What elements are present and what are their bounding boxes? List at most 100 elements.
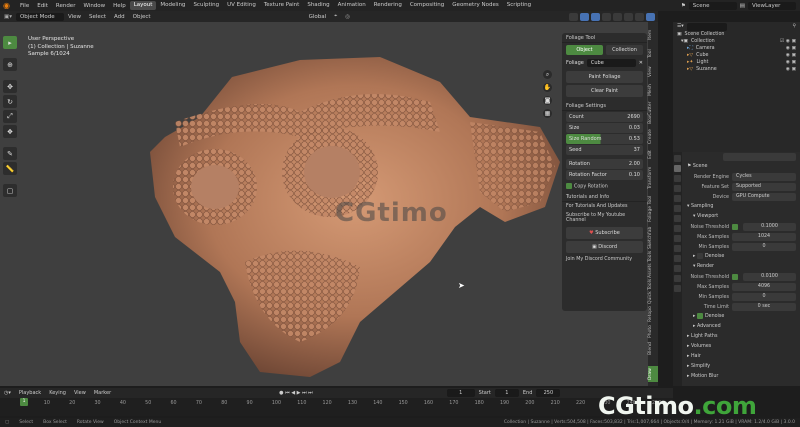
size-random-slider[interactable]: Size Random 0.53 — [566, 134, 643, 144]
physics-props-icon[interactable] — [674, 245, 681, 252]
workspace-tab-compositing[interactable]: Compositing — [406, 1, 448, 10]
move-tool-icon[interactable]: ✥ — [3, 80, 17, 93]
size-field[interactable]: Size 0.03 — [566, 123, 643, 133]
modifier-props-icon[interactable] — [674, 225, 681, 232]
pan-icon[interactable]: ✋ — [543, 83, 552, 92]
render-engine-dropdown[interactable]: Cycles — [732, 173, 796, 181]
side-tab-sketchfab[interactable]: Sketchfab — [648, 226, 658, 250]
seed-field[interactable]: Seed 37 — [566, 145, 643, 155]
menu-add[interactable]: Add — [110, 14, 129, 20]
gizmo-icon[interactable] — [580, 12, 589, 21]
constraint-props-icon[interactable] — [674, 255, 681, 262]
keying-menu[interactable]: Keying — [45, 390, 70, 396]
foliage-tool-header[interactable]: Foliage Tool — [562, 33, 647, 43]
start-frame-field[interactable]: 1 — [494, 389, 519, 397]
clear-paint-button[interactable]: Clear Paint — [566, 85, 643, 97]
visibility-eye-icon[interactable]: ☑ ◉ ▣ — [780, 38, 800, 45]
overlay-icon[interactable] — [591, 12, 600, 21]
tool-props-icon[interactable] — [674, 155, 681, 162]
sampling-panel-header[interactable]: ▾ Sampling — [683, 202, 800, 212]
scale-tool-icon[interactable]: ⤢ — [3, 110, 17, 123]
time-limit-field[interactable]: 0 sec — [732, 303, 796, 311]
viewport-subpanel-header[interactable]: ▾ Viewport — [683, 212, 800, 222]
mode-selector[interactable]: Object Mode — [15, 12, 64, 21]
current-frame-field[interactable]: 1 — [446, 389, 475, 397]
menu-help[interactable]: Help — [109, 3, 130, 9]
annotate-tool-icon[interactable]: ✎ — [3, 147, 17, 160]
outliner-item-suzanne[interactable]: ▸▽ Suzanne ◉ ▣ — [673, 66, 800, 73]
side-tab-blend[interactable]: Blend — [648, 342, 658, 356]
device-dropdown[interactable]: GPU Compute — [732, 193, 796, 201]
side-tab-draw[interactable]: Draw — [648, 366, 658, 382]
hair-panel[interactable]: ▸ Hair — [683, 352, 800, 362]
add-cube-tool-icon[interactable]: ▢ — [3, 184, 17, 197]
noise-threshold-checkbox[interactable] — [732, 224, 738, 230]
shading-rendered-icon[interactable] — [646, 12, 655, 21]
filter-icon[interactable]: ⚲ — [792, 23, 800, 30]
workspace-tab-shading[interactable]: Shading — [303, 1, 333, 10]
side-tab-photo[interactable]: Photo — [648, 324, 658, 340]
foliage-collection-tab[interactable]: Collection — [606, 45, 643, 55]
volumes-panel[interactable]: ▸ Volumes — [683, 342, 800, 352]
count-field[interactable]: Count 2690 — [566, 112, 643, 122]
render-props-icon[interactable] — [674, 165, 681, 172]
measure-tool-icon[interactable]: 📏 — [3, 162, 17, 175]
render-noise-threshold-checkbox[interactable] — [732, 274, 738, 280]
outliner-item-cube[interactable]: ▸▽ Cube ◉ ▣ — [673, 52, 800, 59]
xray-icon[interactable] — [602, 12, 611, 21]
snap-icon[interactable]: ⌖ — [330, 13, 341, 20]
viewport-min-samples-field[interactable]: 0 — [732, 243, 796, 251]
side-tab-retopo[interactable]: Retopo — [648, 306, 658, 322]
proportional-edit-icon[interactable]: ◎ — [341, 14, 354, 20]
visibility-eye-icon[interactable]: ◉ ▣ — [786, 52, 800, 59]
current-frame-indicator[interactable]: 1 — [20, 398, 28, 406]
menu-select[interactable]: Select — [85, 14, 110, 20]
visibility-eye-icon[interactable]: ◉ ▣ — [786, 59, 800, 66]
advanced-subpanel[interactable]: ▸ Advanced — [683, 322, 800, 332]
visibility-eye-icon[interactable]: ◉ ▣ — [786, 66, 800, 73]
foliage-settings-header[interactable]: Foliage Settings — [562, 101, 647, 111]
timeline-scrubber[interactable]: 1 10 20 30 40 50 60 70 80 90 100 110 120 130 140 150 16… — [0, 398, 673, 416]
side-tab-item[interactable]: Item — [648, 26, 658, 44]
side-tab-mesh[interactable]: Mesh — [648, 82, 658, 98]
side-tab-create[interactable]: Create — [648, 128, 658, 146]
ortho-toggle-icon[interactable]: ▦ — [543, 109, 552, 118]
paint-foliage-button[interactable]: Paint Foliage — [566, 71, 643, 83]
menu-object[interactable]: Object — [129, 14, 155, 20]
rotate-tool-icon[interactable]: ↻ — [3, 95, 17, 108]
render-subpanel-header[interactable]: ▾ Render — [683, 262, 800, 272]
outliner-scene-collection[interactable]: ▣ Scene Collection — [673, 31, 800, 38]
playback-controls[interactable]: ● ⏮ ◀ ▶ ⏭ ⏭ — [275, 390, 317, 396]
timeline-editor-icon[interactable]: ◷▾ — [0, 390, 15, 396]
properties-search[interactable] — [723, 153, 796, 161]
shading-wireframe-icon[interactable] — [613, 12, 622, 21]
scene-props-icon[interactable] — [674, 195, 681, 202]
simplify-panel[interactable]: ▸ Simplify — [683, 362, 800, 372]
workspace-tab-geometry-nodes[interactable]: Geometry Nodes — [448, 1, 502, 10]
outliner-type-icon[interactable]: ☰▾ — [677, 23, 684, 30]
side-tab-foliage-tool[interactable]: Foliage Tool — [648, 194, 658, 224]
workspace-tab-rendering[interactable]: Rendering — [370, 1, 406, 10]
subscribe-button[interactable]: ♥ Subscribe — [566, 226, 643, 239]
visibility-icon[interactable] — [569, 12, 578, 21]
shading-solid-icon[interactable] — [624, 12, 633, 21]
material-props-icon[interactable] — [674, 275, 681, 282]
render-min-samples-field[interactable]: 0 — [732, 293, 796, 301]
transform-tool-icon[interactable]: ❖ — [3, 125, 17, 138]
denoise-checkbox[interactable] — [696, 252, 703, 259]
workspace-tab-uv-editing[interactable]: UV Editing — [223, 1, 260, 10]
side-tab-view[interactable]: View — [648, 64, 658, 80]
playback-menu[interactable]: Playback — [15, 390, 45, 396]
marker-menu[interactable]: Marker — [90, 390, 115, 396]
scene-field[interactable]: Scene — [688, 1, 737, 10]
viewport-max-samples-field[interactable]: 1024 — [732, 233, 796, 241]
workspace-tab-scripting[interactable]: Scripting — [503, 1, 535, 10]
workspace-tab-animation[interactable]: Animation — [334, 1, 370, 10]
outliner-item-camera[interactable]: ▸⛶ Camera ◉ ▣ — [673, 45, 800, 52]
viewport-noise-threshold-field[interactable]: 0.1000 — [743, 223, 796, 231]
render-noise-threshold-field[interactable]: 0.0100 — [743, 273, 796, 281]
texture-props-icon[interactable] — [674, 285, 681, 292]
tutorials-header[interactable]: Tutorials and Info — [562, 192, 647, 202]
end-frame-field[interactable]: 250 — [536, 389, 561, 397]
copy-rotation-checkbox[interactable]: Copy Rotation — [562, 181, 647, 192]
